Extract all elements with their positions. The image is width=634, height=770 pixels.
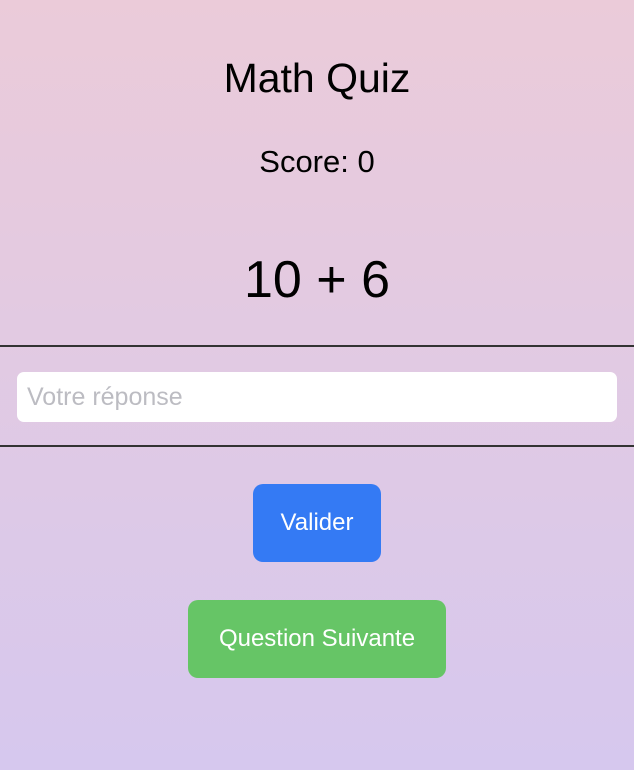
- next-question-button[interactable]: Question Suivante: [188, 600, 446, 678]
- divider-top: [0, 345, 634, 347]
- question-text: 10 + 6: [243, 251, 391, 309]
- divider-bottom: [0, 445, 634, 447]
- page-title: Math Quiz: [223, 55, 411, 101]
- validate-button[interactable]: Valider: [253, 484, 381, 562]
- answer-input[interactable]: [17, 372, 617, 422]
- score-label: Score: 0: [259, 144, 375, 179]
